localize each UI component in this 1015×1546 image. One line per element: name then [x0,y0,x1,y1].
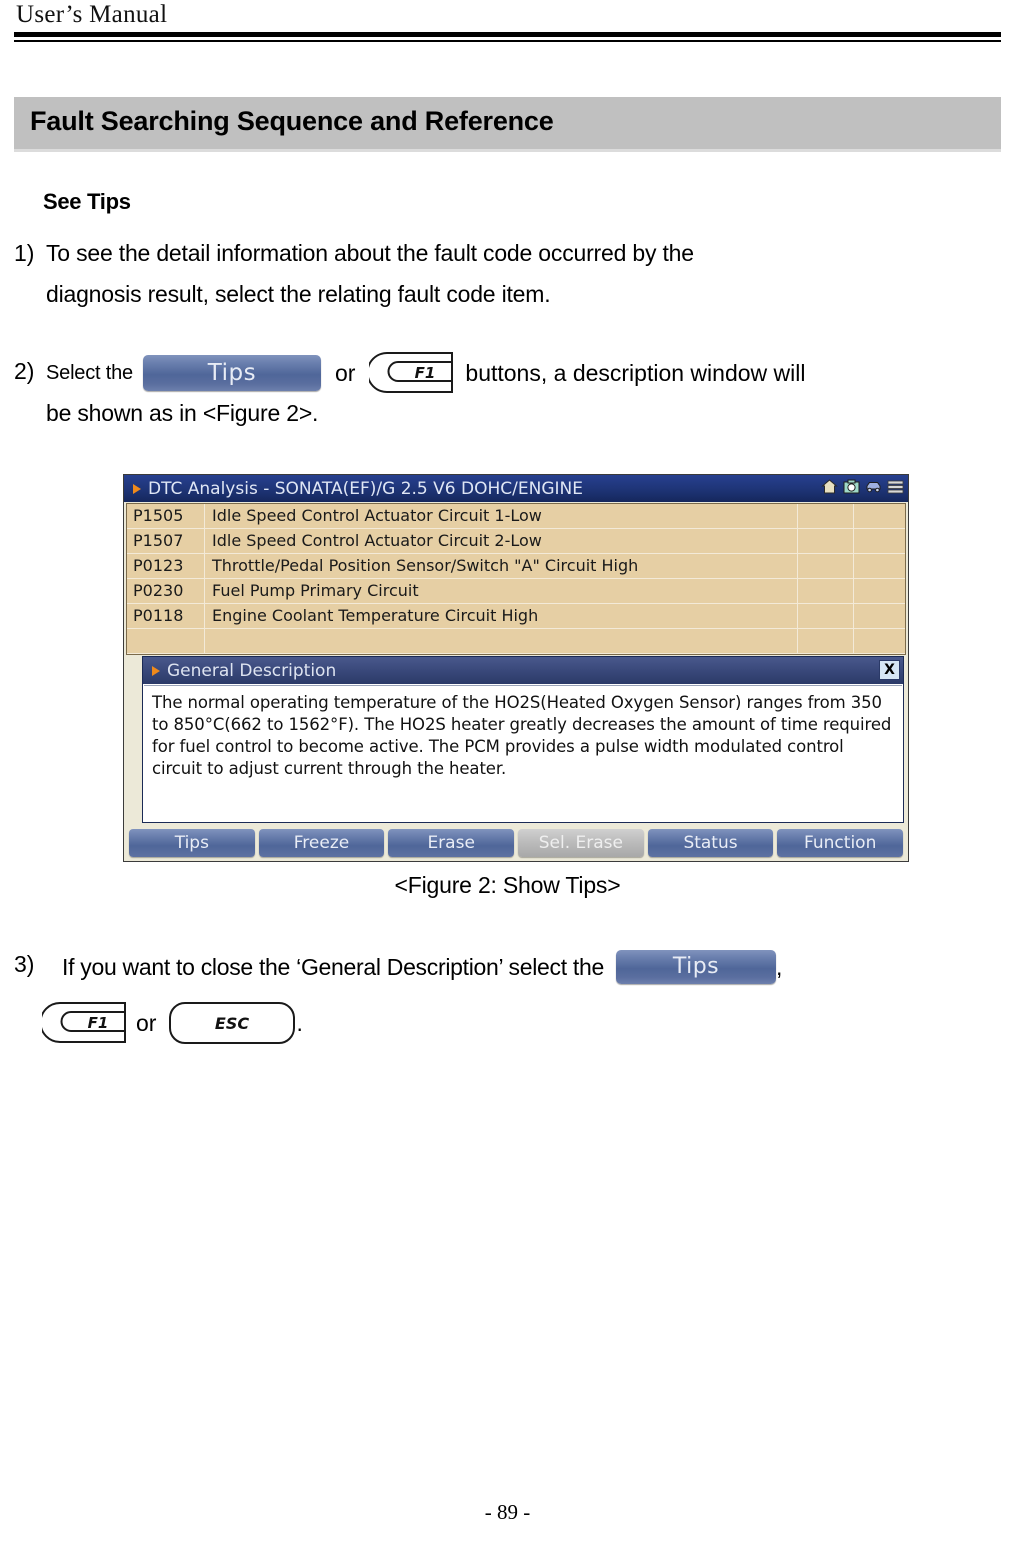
sel-erase-button: Sel. Erase [518,828,644,857]
camera-icon[interactable] [843,478,860,495]
step-3-line-1: If you want to close the ‘General Descri… [36,944,1011,990]
tips-button-label: Tips [672,954,720,979]
dtc-extra-cell-1 [798,554,854,578]
dtc-title-text: DTC Analysis - SONATA(EF)/G 2.5 V6 DOHC/… [148,478,583,499]
step-1-text: To see the detail information about the … [46,233,966,315]
esc-key-icon[interactable]: ESC [168,1000,296,1046]
dtc-description-cell: Throttle/Pedal Position Sensor/Switch "A… [205,554,798,578]
step-1-number: 1) [14,240,35,266]
section-banner-title: Fault Searching Sequence and Reference [30,106,554,136]
step-3-prefix: If you want to close the ‘General Descri… [62,953,604,980]
dtc-description-cell: Idle Speed Control Actuator Circuit 2-Lo… [205,529,798,553]
table-row[interactable]: P1505 Idle Speed Control Actuator Circui… [127,504,905,529]
status-button[interactable]: Status [647,828,774,857]
step-2-line-1: Select the Tips or F1 buttons, a descrip… [46,351,1006,395]
dtc-code-cell: P1505 [127,504,205,528]
header-rule-thick [14,32,1001,37]
step-2-suffix: buttons, a description window will [465,359,806,386]
header-rule-thin [14,40,1001,42]
home-icon[interactable] [821,478,838,495]
dtc-extra-cell-2 [854,529,905,553]
tips-button-inline-step2[interactable]: Tips [142,355,321,391]
dtc-code-cell [127,629,205,653]
tips-button[interactable]: Tips [129,828,255,857]
table-row[interactable]: P0118 Engine Coolant Temperature Circuit… [127,604,905,629]
step-2-number: 2) [14,358,35,384]
dtc-description-cell: Fuel Pump Primary Circuit [205,579,798,603]
dtc-extra-cell-2 [854,554,905,578]
figure-caption: <Figure 2: Show Tips> [394,872,621,898]
general-description-panel: General Description X The normal operati… [142,656,904,823]
dtc-extra-cell-2 [854,604,905,628]
step-3-conjunction: or [136,1009,157,1036]
step-2-line-2: be shown as in <Figure 2>. [46,400,319,426]
tips-button-inline-step3[interactable]: Tips [616,950,776,984]
step-1-line-1: To see the detail information about the … [46,240,694,266]
tips-button-label: Tips [207,360,257,386]
dtc-code-cell: P0123 [127,554,205,578]
general-description-body: The normal operating temperature of the … [144,685,902,821]
section-banner: Fault Searching Sequence and Reference [14,97,1001,149]
menu-icon[interactable] [887,478,904,495]
step-3-number: 3) [14,951,35,977]
dtc-extra-cell-2 [854,579,905,603]
dtc-titlebar: DTC Analysis - SONATA(EF)/G 2.5 V6 DOHC/… [124,475,908,502]
dtc-extra-cell-1 [798,504,854,528]
dtc-description-cell: Engine Coolant Temperature Circuit High [205,604,798,628]
step-2-conjunction: or [334,359,356,386]
triangle-marker-icon [133,483,141,494]
step-2-prefix: Select the [46,361,133,384]
car-icon[interactable] [865,478,882,495]
dtc-extra-cell-1 [798,629,854,653]
dtc-extra-cell-2 [854,504,905,528]
table-row[interactable]: P0123 Throttle/Pedal Position Sensor/Swi… [127,554,905,579]
table-row[interactable]: P1507 Idle Speed Control Actuator Circui… [127,529,905,554]
dtc-description-cell: Idle Speed Control Actuator Circuit 1-Lo… [205,504,798,528]
general-description-title: General Description [167,660,337,681]
section-banner-underline [14,149,1001,152]
figure-dtc-analysis-screenshot: DTC Analysis - SONATA(EF)/G 2.5 V6 DOHC/… [123,474,909,862]
step-3-line-2: F1 or ESC . [28,1000,528,1046]
dtc-code-table[interactable]: P1505 Idle Speed Control Actuator Circui… [126,503,906,655]
subheading-see-tips: See Tips [43,189,131,214]
svg-text:F1: F1 [88,1014,109,1032]
dtc-extra-cell-1 [798,529,854,553]
running-header: User’s Manual [14,0,1001,44]
table-row[interactable] [127,629,905,654]
dtc-extra-cell-1 [798,604,854,628]
dtc-code-cell: P1507 [127,529,205,553]
table-row[interactable]: P0230 Fuel Pump Primary Circuit [127,579,905,604]
general-description-text: The normal operating temperature of the … [152,693,892,778]
dtc-extra-cell-2 [854,629,905,653]
svg-text:ESC: ESC [215,1014,249,1033]
f1-key-icon-step2[interactable]: F1 [366,351,454,395]
dtc-titlebar-icons [821,478,904,495]
dtc-button-strip: Tips Freeze Erase Sel. Erase Status Func… [126,827,906,858]
close-icon[interactable]: X [879,660,900,680]
general-description-titlebar: General Description X [143,657,903,684]
step-1-line-2: diagnosis result, select the relating fa… [46,281,551,307]
running-header-title: User’s Manual [16,1,168,28]
dtc-code-cell: P0230 [127,579,205,603]
f1-key-icon-step3[interactable]: F1 [39,1001,126,1045]
triangle-marker-icon [152,665,160,676]
erase-button[interactable]: Erase [388,828,515,857]
freeze-button[interactable]: Freeze [258,828,385,857]
page-number: - 89 - [484,1500,531,1524]
dtc-extra-cell-1 [798,579,854,603]
step-3-period: . [296,1009,303,1036]
svg-text:F1: F1 [415,364,436,382]
dtc-description-cell [205,629,798,653]
dtc-code-cell: P0118 [127,604,205,628]
step-3-comma: , [776,953,783,980]
function-button[interactable]: Function [777,828,904,857]
